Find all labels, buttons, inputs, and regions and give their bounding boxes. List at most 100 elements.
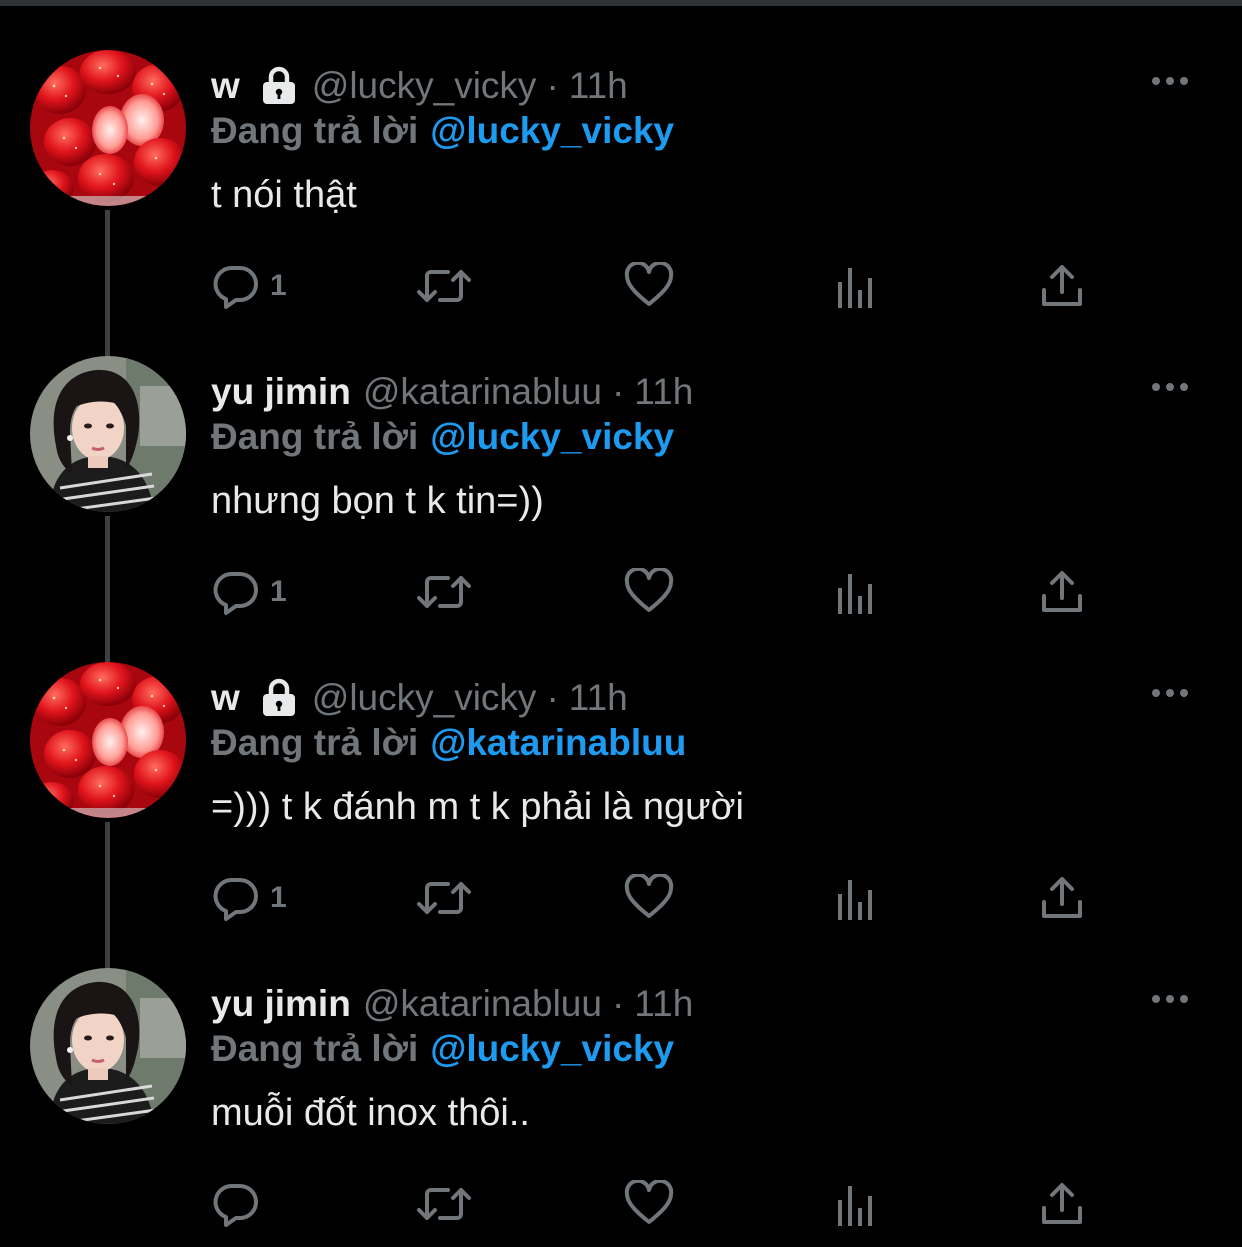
tweet-actions: 1 xyxy=(212,564,1112,620)
tweet-actions: 1 xyxy=(212,258,1112,314)
analytics-button[interactable] xyxy=(836,258,876,314)
tweet[interactable]: yu jimin @katarinabluu · 11h Đang trả lờ… xyxy=(0,312,1242,668)
analytics-button[interactable] xyxy=(836,564,876,620)
reply-mention-link[interactable]: @lucky_vicky xyxy=(430,1028,674,1069)
reply-count: 1 xyxy=(270,269,287,302)
heart-icon xyxy=(624,262,674,306)
yu-jimin-avatar-image xyxy=(30,356,186,512)
display-name[interactable]: w xyxy=(211,65,240,107)
user-handle[interactable]: @katarinabluu xyxy=(363,371,602,413)
strawberries-avatar-image xyxy=(30,50,186,206)
analytics-button[interactable] xyxy=(836,870,876,926)
tweet-header: yu jimin @katarinabluu · 11h xyxy=(211,980,693,1028)
replying-to: Đang trả lời @katarinabluu xyxy=(211,722,686,772)
tweet-header: w @lucky_vicky · 11h xyxy=(211,674,628,722)
avatar[interactable] xyxy=(30,968,186,1124)
reply-button[interactable] xyxy=(212,1176,270,1232)
reply-button[interactable]: 1 xyxy=(212,564,287,620)
more-options-icon[interactable] xyxy=(1150,988,1190,1010)
like-button[interactable] xyxy=(624,564,674,620)
separator-dot: · xyxy=(611,983,625,1024)
reply-icon xyxy=(213,265,258,309)
avatar[interactable] xyxy=(30,50,186,206)
reply-mention-link[interactable]: @lucky_vicky xyxy=(430,110,674,151)
timestamp[interactable]: 11h xyxy=(569,65,628,107)
tweet-actions: 1 xyxy=(212,870,1112,926)
tweet[interactable]: yu jimin @katarinabluu · 11h Đang trả lờ… xyxy=(0,924,1242,1230)
replying-to-label: Đang trả lời xyxy=(211,722,419,763)
separator-dot: · xyxy=(611,371,625,412)
reply-count: 1 xyxy=(270,881,287,914)
like-button[interactable] xyxy=(624,1176,674,1232)
display-name[interactable]: yu jimin xyxy=(211,371,351,413)
replying-to: Đang trả lời @lucky_vicky xyxy=(211,1028,674,1078)
tweet[interactable]: w @lucky_vicky · 11h Đang trả lời @katari… xyxy=(0,618,1242,974)
reply-icon xyxy=(213,877,258,921)
timestamp[interactable]: 11h xyxy=(569,677,628,719)
tweet-text: t nói thật xyxy=(211,174,357,216)
reply-icon xyxy=(213,1183,258,1227)
tweet-actions xyxy=(212,1176,1112,1232)
analytics-icon xyxy=(838,880,872,920)
share-icon xyxy=(1042,571,1082,612)
reply-icon xyxy=(213,571,258,615)
tweet-header: w @lucky_vicky · 11h xyxy=(211,62,628,110)
share-button[interactable] xyxy=(1040,258,1084,314)
tweet-header: yu jimin @katarinabluu · 11h xyxy=(211,368,693,416)
display-name[interactable]: w xyxy=(211,677,240,719)
reply-button[interactable]: 1 xyxy=(212,870,287,926)
separator-dot: · xyxy=(546,65,559,106)
tweet-text: nhưng bọn t k tin=)) xyxy=(211,480,544,522)
share-button[interactable] xyxy=(1040,1176,1084,1232)
avatar[interactable] xyxy=(30,356,186,512)
user-handle[interactable]: @katarinabluu xyxy=(363,983,602,1025)
more-options-icon[interactable] xyxy=(1150,70,1190,92)
timestamp[interactable]: 11h xyxy=(634,983,693,1025)
yu-jimin-avatar-image xyxy=(30,968,186,1124)
display-name[interactable]: yu jimin xyxy=(211,983,351,1025)
share-icon xyxy=(1042,877,1082,918)
more-options-icon[interactable] xyxy=(1150,682,1190,704)
heart-icon xyxy=(624,874,674,918)
more-options-icon[interactable] xyxy=(1150,376,1190,398)
retweet-icon xyxy=(417,270,471,302)
like-button[interactable] xyxy=(624,870,674,926)
replying-to-label: Đang trả lời xyxy=(211,1028,419,1069)
tweet-text: =))) t k đánh m t k phải là người xyxy=(211,786,744,828)
like-button[interactable] xyxy=(624,258,674,314)
tweet[interactable]: w @lucky_vicky · 11h Đang trả lời @lucky_… xyxy=(0,6,1242,362)
replying-to-label: Đang trả lời xyxy=(211,416,419,457)
share-button[interactable] xyxy=(1040,870,1084,926)
retweet-icon xyxy=(417,576,471,608)
share-button[interactable] xyxy=(1040,564,1084,620)
lock-icon xyxy=(260,678,298,718)
replying-to: Đang trả lời @lucky_vicky xyxy=(211,110,674,160)
heart-icon xyxy=(624,1180,674,1224)
share-icon xyxy=(1042,1183,1082,1224)
retweet-button[interactable] xyxy=(416,870,472,926)
retweet-button[interactable] xyxy=(416,564,472,620)
analytics-button[interactable] xyxy=(836,1176,876,1232)
lock-icon xyxy=(260,66,298,106)
retweet-button[interactable] xyxy=(416,1176,472,1232)
avatar[interactable] xyxy=(30,662,186,818)
separator-dot: · xyxy=(546,677,559,718)
user-handle[interactable]: @lucky_vicky xyxy=(312,65,537,107)
retweet-button[interactable] xyxy=(416,258,472,314)
share-icon xyxy=(1042,265,1082,306)
reply-mention-link[interactable]: @katarinabluu xyxy=(430,722,686,763)
heart-icon xyxy=(624,568,674,612)
tweet-text: muỗi đốt inox thôi.. xyxy=(211,1092,530,1134)
reply-button[interactable]: 1 xyxy=(212,258,287,314)
reply-mention-link[interactable]: @lucky_vicky xyxy=(430,416,674,457)
retweet-icon xyxy=(417,882,471,914)
replying-to-label: Đang trả lời xyxy=(211,110,419,151)
reply-count: 1 xyxy=(270,575,287,608)
user-handle[interactable]: @lucky_vicky xyxy=(312,677,537,719)
retweet-icon xyxy=(417,1188,471,1220)
strawberries-avatar-image xyxy=(30,662,186,818)
analytics-icon xyxy=(838,574,872,614)
timestamp[interactable]: 11h xyxy=(634,371,693,413)
analytics-icon xyxy=(838,1186,872,1226)
replying-to: Đang trả lời @lucky_vicky xyxy=(211,416,674,466)
